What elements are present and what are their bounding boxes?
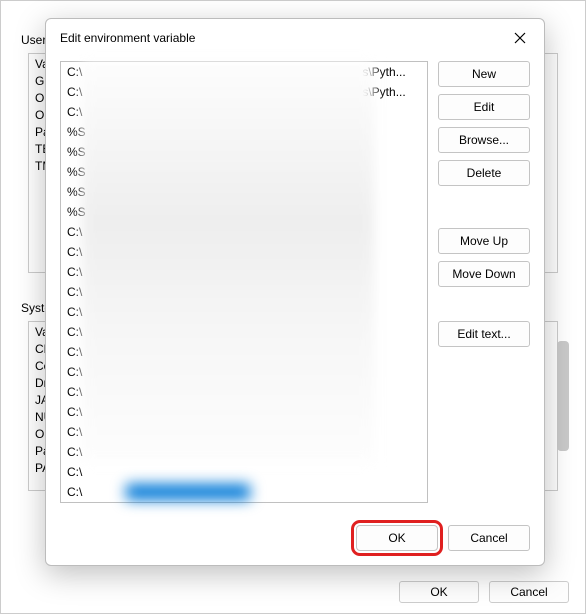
path-item[interactable]: %S xyxy=(61,162,427,182)
path-item[interactable]: %S xyxy=(61,142,427,162)
path-item[interactable]: C:\ xyxy=(61,402,427,422)
path-item[interactable]: C:\Program Files\PowerShell\7\ xyxy=(61,502,427,503)
path-item[interactable]: C:\ xyxy=(61,482,427,502)
ok-button[interactable]: OK xyxy=(356,525,438,551)
path-item[interactable]: C:\ xyxy=(61,342,427,362)
edit-text-button[interactable]: Edit text... xyxy=(438,321,530,347)
path-item[interactable]: C:\ xyxy=(61,282,427,302)
parent-ok-button[interactable]: OK xyxy=(399,581,479,603)
browse-button[interactable]: Browse... xyxy=(438,127,530,153)
path-item[interactable]: C:\ xyxy=(61,262,427,282)
cancel-button[interactable]: Cancel xyxy=(448,525,530,551)
delete-button[interactable]: Delete xyxy=(438,160,530,186)
path-item[interactable]: C:\ xyxy=(61,382,427,402)
path-item[interactable]: C:\s\Pyth... xyxy=(61,82,427,102)
close-button[interactable] xyxy=(506,27,534,49)
path-item[interactable]: C:\ xyxy=(61,422,427,442)
edit-button[interactable]: Edit xyxy=(438,94,530,120)
path-item[interactable]: C:\ xyxy=(61,322,427,342)
path-item[interactable]: C:\ xyxy=(61,222,427,242)
path-item[interactable]: C:\ xyxy=(61,442,427,462)
path-item[interactable]: %S xyxy=(61,122,427,142)
dialog-title: Edit environment variable xyxy=(60,31,195,45)
parent-cancel-button[interactable]: Cancel xyxy=(489,581,569,603)
path-item[interactable]: %S xyxy=(61,202,427,222)
path-item[interactable]: C:\ xyxy=(61,242,427,262)
close-icon xyxy=(514,32,526,44)
new-button[interactable]: New xyxy=(438,61,530,87)
path-item[interactable]: C:\ xyxy=(61,362,427,382)
edit-env-var-dialog: Edit environment variable C:\s\Pyth...C:… xyxy=(45,18,545,566)
path-list[interactable]: C:\s\Pyth...C:\s\Pyth...C:\%S%S%S%S%SC:\… xyxy=(60,61,428,503)
user-vars-label: User xyxy=(21,33,46,47)
move-up-button[interactable]: Move Up xyxy=(438,228,530,254)
path-item[interactable]: C:\s\Pyth... xyxy=(61,62,427,82)
scrollbar-thumb[interactable] xyxy=(557,341,569,451)
path-item[interactable]: %S xyxy=(61,182,427,202)
action-buttons: New Edit Browse... Delete Move Up Move D… xyxy=(438,61,530,513)
path-item[interactable]: C:\ xyxy=(61,462,427,482)
path-item[interactable]: C:\ xyxy=(61,102,427,122)
dialog-titlebar[interactable]: Edit environment variable xyxy=(46,19,544,55)
path-item[interactable]: C:\ xyxy=(61,302,427,322)
move-down-button[interactable]: Move Down xyxy=(438,261,530,287)
